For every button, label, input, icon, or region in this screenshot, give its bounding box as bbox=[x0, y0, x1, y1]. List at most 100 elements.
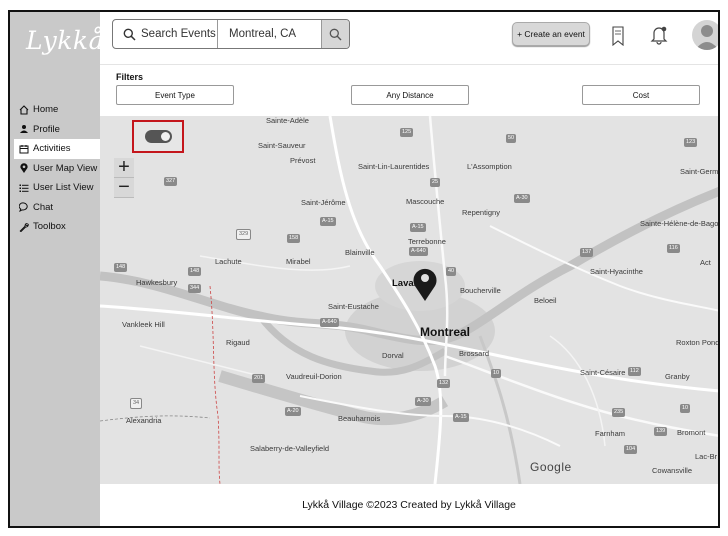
sidebar-item-chat[interactable]: Chat bbox=[14, 198, 100, 218]
location-pin-icon[interactable] bbox=[412, 266, 438, 307]
map-label: Saint-Eustache bbox=[328, 302, 379, 311]
map-label: Dorval bbox=[382, 351, 404, 360]
sidebar-item-label: Profile bbox=[33, 123, 60, 135]
event-type-filter[interactable]: Event Type bbox=[116, 85, 234, 105]
map-label: Hawkesbury bbox=[136, 278, 178, 287]
map-label: Repentigny bbox=[462, 208, 500, 217]
map-label: Lachute bbox=[215, 257, 242, 266]
notification-bell-icon[interactable] bbox=[650, 25, 668, 45]
highway-shield: A-30 bbox=[415, 397, 431, 406]
filters-title: Filters bbox=[116, 72, 144, 82]
view-toggle-highlight bbox=[132, 120, 184, 153]
location-value: Montreal, CA bbox=[229, 28, 297, 40]
highway-shield: 116 bbox=[667, 244, 680, 253]
search-button[interactable] bbox=[321, 20, 349, 48]
map-label: Terrebonne bbox=[408, 237, 446, 246]
highway-shield: 112 bbox=[628, 367, 641, 376]
highway-shield: 137 bbox=[580, 248, 594, 257]
search-icon bbox=[329, 28, 342, 40]
highway-shield: A-30 bbox=[514, 194, 530, 203]
map-label: Mascouche bbox=[406, 197, 445, 206]
map-label: Blainville bbox=[345, 248, 375, 257]
toggle-knob bbox=[161, 132, 170, 141]
avatar[interactable] bbox=[692, 20, 718, 50]
map-label: Saint-Lin-Laurentides bbox=[358, 162, 430, 171]
home-icon bbox=[18, 104, 30, 115]
highway-shield: A-15 bbox=[410, 223, 426, 232]
sidebar-item-user-list-view[interactable]: User List View bbox=[14, 178, 100, 198]
sidebar-nav: Home Profile Activities User Map View Us… bbox=[14, 100, 100, 237]
highway-shield: A-640 bbox=[320, 318, 339, 327]
search-icon bbox=[123, 28, 136, 41]
map-label: Bromont bbox=[677, 428, 706, 437]
zoom-in-button[interactable]: + bbox=[114, 157, 134, 178]
map-label: Prévost bbox=[290, 156, 316, 165]
highway-shield: 201 bbox=[252, 374, 266, 383]
create-event-button[interactable]: + Create an event bbox=[512, 22, 590, 46]
person-icon bbox=[18, 124, 30, 134]
highway-shield: 40 bbox=[446, 267, 457, 276]
zoom-controls: + − bbox=[114, 157, 134, 198]
highway-shield: 34 bbox=[130, 398, 143, 409]
zoom-out-button[interactable]: − bbox=[114, 177, 134, 198]
highway-shield: 158 bbox=[287, 234, 301, 243]
map-label: Saint-Césaire bbox=[580, 368, 626, 377]
highway-shield: 148 bbox=[188, 267, 202, 276]
map-label: Vaudreuil-Dorion bbox=[286, 372, 342, 381]
cost-filter[interactable]: Cost bbox=[582, 85, 700, 105]
map-label: Sainte-Adèle bbox=[266, 116, 309, 125]
map-label: Saint-Germ bbox=[680, 167, 718, 176]
map-label: Mirabel bbox=[286, 257, 311, 266]
map-label: Cowansville bbox=[652, 466, 693, 475]
app-window: Lykkå Home Profile Activities User Map V… bbox=[8, 10, 720, 528]
map-label: Lac-Br bbox=[695, 452, 718, 461]
map-pin-icon bbox=[18, 162, 30, 174]
map-label: Salaberry-de-Valleyfield bbox=[250, 444, 330, 453]
footer-text: Lykkå Village ©2023 Created by Lykkå Vil… bbox=[302, 499, 516, 511]
highway-shield: A-15 bbox=[320, 217, 336, 226]
logo[interactable]: Lykkå bbox=[26, 26, 104, 55]
highway-shield: A-20 bbox=[285, 407, 301, 416]
highway-shield: A-15 bbox=[453, 413, 469, 422]
highway-shield: 235 bbox=[612, 408, 626, 417]
sidebar-item-label: Toolbox bbox=[33, 221, 66, 233]
map-label: Vankleek Hill bbox=[122, 320, 165, 329]
sidebar-item-label: User Map View bbox=[33, 162, 98, 174]
search-placeholder: Search Events bbox=[141, 28, 216, 40]
map-label: Saint-Hyacinthe bbox=[590, 267, 643, 276]
highway-shield: 123 bbox=[684, 138, 698, 147]
map-label: Beauharnois bbox=[338, 414, 381, 423]
bookmark-icon[interactable] bbox=[611, 26, 625, 46]
map-label: Montreal bbox=[420, 325, 471, 339]
sidebar-item-activities[interactable]: Activities bbox=[14, 139, 100, 159]
map-label: Granby bbox=[665, 372, 690, 381]
highway-shield: 125 bbox=[400, 128, 414, 137]
map-label: Act bbox=[700, 258, 711, 267]
highway-shield: 344 bbox=[188, 284, 202, 293]
search-input[interactable]: Search Events bbox=[113, 20, 218, 48]
location-input[interactable]: Montreal, CA bbox=[218, 20, 321, 48]
map-view-toggle[interactable] bbox=[145, 130, 172, 143]
highway-shield: A-640 bbox=[409, 247, 428, 256]
sidebar-item-toolbox[interactable]: Toolbox bbox=[14, 217, 100, 237]
highway-shield: 25 bbox=[430, 178, 441, 187]
wrench-icon bbox=[18, 222, 30, 232]
map-label: Rigaud bbox=[226, 338, 250, 347]
map-label: Beloeil bbox=[534, 296, 557, 305]
highway-shield: 327 bbox=[164, 177, 178, 186]
distance-filter[interactable]: Any Distance bbox=[351, 85, 469, 105]
sidebar-item-home[interactable]: Home bbox=[14, 100, 100, 120]
search-bar: Search Events Montreal, CA bbox=[112, 19, 350, 49]
sidebar-item-label: Home bbox=[33, 104, 59, 116]
map-label: Brossard bbox=[459, 349, 490, 358]
map-label: Roxton Pond bbox=[676, 338, 718, 347]
map-view[interactable]: Sainte-Adèle Saint-Sauveur Prévost Saint… bbox=[100, 116, 718, 484]
sidebar-item-label: User List View bbox=[33, 182, 94, 194]
map-label: Farnham bbox=[595, 429, 626, 438]
sidebar-item-user-map-view[interactable]: User Map View bbox=[14, 159, 100, 179]
highway-shield: 10 bbox=[491, 369, 502, 378]
filters-bar: Filters Event Type Any Distance Cost bbox=[100, 64, 718, 116]
sidebar-item-profile[interactable]: Profile bbox=[14, 120, 100, 140]
google-attribution: Google bbox=[530, 460, 572, 474]
highway-shield: 132 bbox=[437, 379, 451, 388]
